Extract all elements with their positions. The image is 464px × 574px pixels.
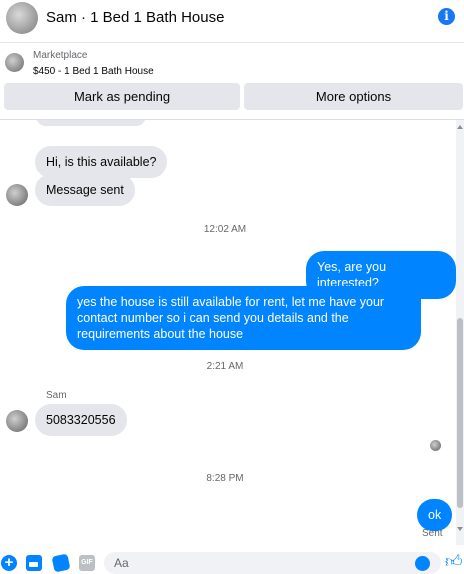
message-bubble-partial bbox=[36, 120, 146, 126]
message-input-placeholder: Aa bbox=[114, 556, 129, 570]
chat-title[interactable]: Sam · 1 Bed 1 Bath House bbox=[46, 9, 224, 26]
timestamp: 8:28 PM bbox=[206, 473, 244, 484]
message-bubble: yes the house is still available for ren… bbox=[66, 286, 421, 350]
timestamp: 2:21 AM bbox=[206, 361, 244, 372]
chat-header: Sam · 1 Bed 1 Bath House i bbox=[0, 0, 464, 43]
gif-icon[interactable]: GIF bbox=[79, 555, 95, 571]
listing-source: Marketplace bbox=[33, 50, 88, 61]
message-bubble: ok bbox=[417, 499, 453, 531]
emoji-icon[interactable] bbox=[415, 556, 430, 571]
composer: + GIF Aa 👍︎ bbox=[0, 545, 464, 574]
info-icon[interactable]: i bbox=[438, 8, 455, 25]
message-thread[interactable]: Hi, is this available? Message sent 12:0… bbox=[0, 120, 456, 545]
sticker-icon[interactable] bbox=[51, 553, 71, 573]
plus-icon[interactable]: + bbox=[1, 555, 17, 571]
sender-name: Sam bbox=[46, 390, 67, 401]
listing-thumbnail[interactable] bbox=[5, 53, 24, 72]
scrollbar[interactable] bbox=[456, 120, 464, 545]
message-input[interactable]: Aa bbox=[104, 552, 441, 574]
message-bubble: Message sent bbox=[35, 174, 135, 206]
sender-avatar[interactable] bbox=[6, 184, 28, 206]
message-bubble: 5083320556 bbox=[35, 404, 127, 436]
header-avatar[interactable] bbox=[6, 2, 38, 34]
timestamp: 12:02 AM bbox=[203, 224, 247, 235]
delivery-status: Sent bbox=[422, 528, 443, 539]
listing-bar: Marketplace $450 - 1 Bed 1 Bath House Ma… bbox=[0, 43, 464, 120]
more-options-button[interactable]: More options bbox=[244, 83, 463, 110]
listing-price-title[interactable]: $450 - 1 Bed 1 Bath House bbox=[33, 66, 154, 77]
mark-as-pending-button[interactable]: Mark as pending bbox=[4, 83, 240, 110]
seen-avatar bbox=[430, 440, 441, 451]
image-icon[interactable] bbox=[26, 555, 42, 571]
scrollbar-thumb[interactable] bbox=[457, 318, 463, 508]
sender-avatar[interactable] bbox=[6, 410, 28, 432]
like-icon[interactable]: 👍︎ bbox=[445, 553, 463, 571]
scroll-up-icon[interactable] bbox=[457, 125, 463, 129]
scroll-down-icon[interactable] bbox=[457, 527, 463, 531]
